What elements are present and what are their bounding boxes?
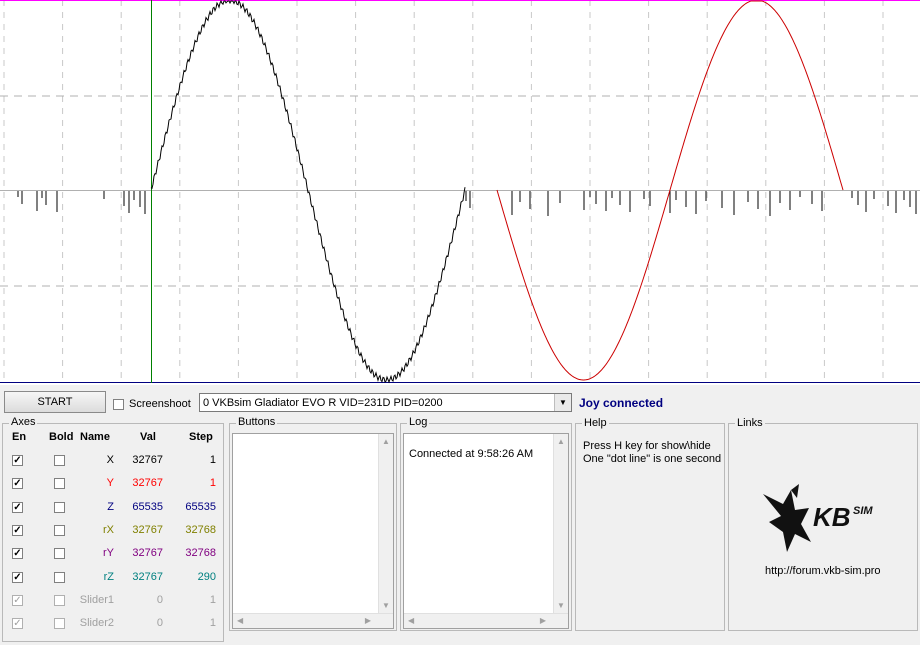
axis-bold-checkbox[interactable] [54, 478, 65, 490]
axis-value: 0 [156, 617, 163, 630]
axis-value: 32767 [132, 477, 163, 490]
buttons-group-title: Buttons [236, 416, 278, 428]
axis-step: 1 [209, 593, 216, 606]
axis-en-checkbox[interactable]: ✓ [12, 478, 23, 490]
axis-bold-checkbox[interactable] [54, 501, 65, 513]
links-group: Links KB SIM http://forum.vkb-sim.pro [728, 417, 918, 631]
log-textbox[interactable]: Connected at 9:58:26 AM ▲ ▼ ◀ ▶ [403, 433, 569, 629]
start-button[interactable]: START [4, 391, 106, 413]
scroll-down-icon[interactable]: ▼ [382, 602, 390, 610]
screenshoot-checkbox[interactable] [113, 399, 124, 410]
scroll-right-icon[interactable]: ▶ [540, 617, 546, 625]
scroll-right-icon[interactable]: ▶ [365, 617, 371, 625]
col-header-name: Name [80, 431, 110, 443]
help-line-1: Press H key for show\hide [583, 440, 711, 452]
log-group: Log Connected at 9:58:26 AM ▲ ▼ ◀ ▶ [400, 416, 572, 631]
axis-en-checkbox[interactable]: ✓ [12, 501, 23, 513]
axis-name: rZ [103, 570, 114, 583]
axis-step: 32768 [185, 523, 216, 536]
col-header-bold: Bold [49, 431, 74, 443]
svg-text:SIM: SIM [853, 505, 873, 517]
axis-name: Z [107, 500, 114, 513]
scroll-up-icon[interactable]: ▲ [382, 438, 390, 446]
axis-bold-checkbox[interactable] [54, 594, 65, 606]
col-header-val: Val [140, 431, 156, 443]
axis-value: 32767 [132, 454, 163, 466]
axis-step: 65535 [185, 500, 216, 513]
axis-en-checkbox[interactable]: ✓ [12, 618, 23, 630]
links-group-title: Links [735, 417, 765, 429]
log-hscroll[interactable]: ◀ ▶ [404, 613, 568, 628]
help-group: Help Press H key for show\hide One "dot … [575, 417, 725, 631]
vkb-logo-icon: KB SIM [763, 484, 873, 552]
axis-name: Slider2 [79, 617, 114, 630]
log-line: Connected at 9:58:26 AM [409, 448, 534, 460]
axis-step: 1 [209, 477, 216, 490]
scroll-left-icon[interactable]: ◀ [408, 617, 414, 625]
chevron-down-icon[interactable]: ▼ [554, 394, 571, 411]
axis-value: 65535 [132, 500, 163, 513]
axes-group-title: Axes [9, 416, 38, 428]
axis-bold-checkbox[interactable] [54, 455, 65, 466]
axis-en-checkbox[interactable]: ✓ [12, 548, 23, 560]
help-line-2: One "dot line" is one second [583, 453, 722, 465]
series-x-line [150, 0, 466, 384]
plot-grid [0, 0, 920, 383]
log-vscroll[interactable]: ▲ ▼ [553, 434, 568, 614]
col-header-step: Step [189, 431, 213, 443]
scroll-up-icon[interactable]: ▲ [557, 438, 565, 446]
buttons-group: Buttons ▲ ▼ ◀ ▶ [229, 416, 397, 631]
buttons-hscroll[interactable]: ◀ ▶ [233, 613, 393, 628]
buttons-list[interactable]: ▲ ▼ ◀ ▶ [232, 433, 394, 629]
scroll-left-icon[interactable]: ◀ [237, 617, 243, 625]
axis-en-checkbox[interactable]: ✓ [12, 524, 23, 536]
buttons-vscroll[interactable]: ▲ ▼ [378, 434, 393, 614]
axis-value: 32767 [132, 570, 163, 583]
axis-step: 290 [197, 570, 216, 583]
col-header-en: En [12, 431, 27, 443]
device-select[interactable]: 0 VKBsim Gladiator EVO R VID=231D PID=02… [199, 393, 572, 412]
log-group-title: Log [407, 416, 430, 428]
axis-en-checkbox[interactable]: ✓ [12, 594, 23, 606]
axis-name: X [106, 454, 114, 466]
scroll-down-icon[interactable]: ▼ [557, 602, 565, 610]
axis-name: Y [106, 477, 114, 490]
axis-bold-checkbox[interactable] [54, 524, 65, 536]
axis-bold-checkbox[interactable] [54, 618, 65, 630]
axis-en-checkbox[interactable]: ✓ [12, 571, 23, 583]
axis-step: 1 [209, 617, 216, 630]
axis-en-checkbox[interactable]: ✓ [12, 455, 23, 466]
axis-name: rY [103, 547, 114, 560]
connection-status: Joy connected [579, 396, 664, 410]
axis-value: 32767 [132, 523, 163, 536]
axis-bold-checkbox[interactable] [54, 571, 65, 583]
help-group-title: Help [582, 417, 609, 429]
axis-step: 32768 [185, 547, 216, 560]
axis-name: rX [103, 523, 114, 536]
series-x-noise-ticks [17, 191, 917, 216]
axis-bold-checkbox[interactable] [54, 548, 65, 560]
device-select-value: 0 VKBsim Gladiator EVO R VID=231D PID=02… [203, 397, 443, 409]
axis-value: 32767 [132, 547, 163, 560]
axis-name: Slider1 [79, 593, 114, 606]
axis-plot [0, 0, 920, 385]
svg-text:KB: KB [813, 502, 851, 532]
forum-link[interactable]: http://forum.vkb-sim.pro [765, 565, 881, 577]
axes-group: Axes En Bold Name Val Step ✓ X 32767 1 ✓ Y 327… [2, 416, 224, 642]
screenshoot-label: Screenshoot [129, 398, 191, 410]
axis-step: 1 [209, 454, 216, 466]
axis-value: 0 [156, 593, 163, 606]
